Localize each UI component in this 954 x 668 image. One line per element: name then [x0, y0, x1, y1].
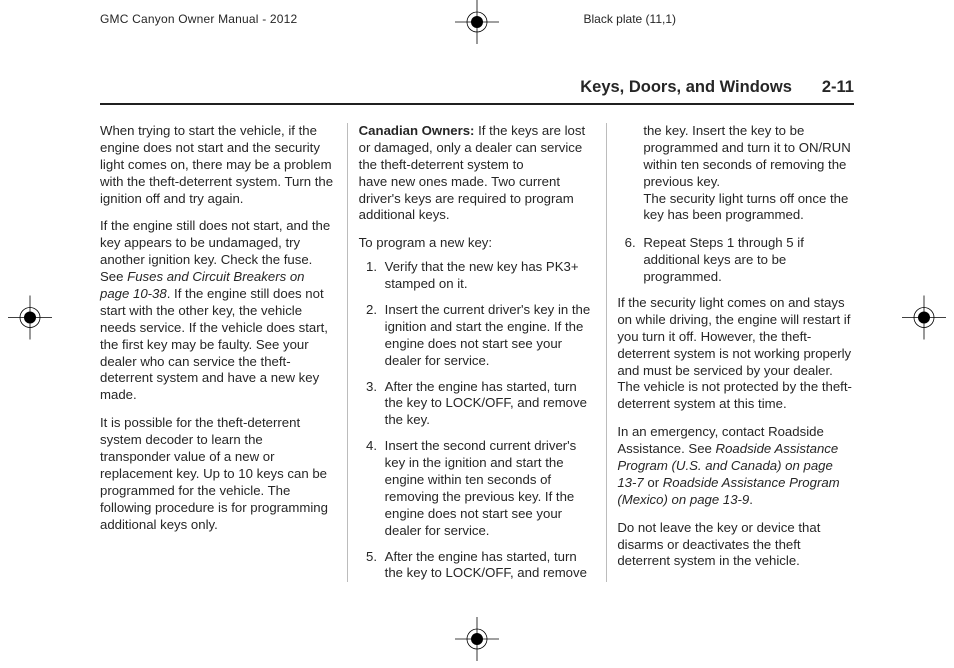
paragraph: It is possible for the theft-deterrent s… [100, 415, 337, 533]
paragraph: When trying to start the vehicle, if the… [100, 123, 337, 207]
registration-mark-left-icon [8, 296, 52, 345]
text: or [644, 475, 663, 490]
body-text: When trying to start the vehicle, if the… [100, 123, 854, 582]
paragraph: Do not leave the key or device that disa… [617, 520, 854, 571]
paragraph: If the engine still does not start, and … [100, 218, 337, 404]
paragraph: In an emergency, contact Roadside Assist… [617, 424, 854, 508]
paragraph: have new ones made. Two current driver's… [359, 174, 596, 225]
page-number: 2-11 [822, 78, 854, 97]
plate-label: Black plate (11,1) [584, 12, 677, 26]
step-trailing-note: The security light turns off once the ke… [643, 191, 854, 225]
audience-label: Canadian Owners: [359, 123, 475, 138]
running-head: Keys, Doors, and Windows 2-11 [100, 78, 854, 97]
step-item: Repeat Steps 1 through 5 if additional k… [639, 235, 854, 286]
header-rule [100, 103, 854, 105]
paragraph: If the security light comes on and stays… [617, 295, 854, 413]
publication-title: GMC Canyon Owner Manual - 2012 [100, 12, 297, 26]
step-item: After the engine has started, turn the k… [381, 379, 596, 430]
text: . [749, 492, 753, 507]
text: . If the engine still does not start wit… [100, 286, 328, 402]
step-item: Verify that the new key has PK3+ stamped… [381, 259, 596, 293]
paragraph: To program a new key: [359, 235, 596, 252]
programming-steps-continued: Repeat Steps 1 through 5 if additional k… [617, 235, 854, 286]
paragraph: Canadian Owners: If the keys are lost or… [359, 123, 596, 174]
step-item: Insert the current driver's key in the i… [381, 302, 596, 370]
registration-mark-bottom-icon [455, 617, 499, 666]
registration-mark-right-icon [902, 296, 946, 345]
section-title: Keys, Doors, and Windows [580, 78, 792, 97]
print-header-zone: GMC Canyon Owner Manual - 2012 Black pla… [0, 0, 954, 44]
registration-mark-top-icon [455, 0, 499, 49]
step-item: Insert the second current driver's key i… [381, 438, 596, 539]
